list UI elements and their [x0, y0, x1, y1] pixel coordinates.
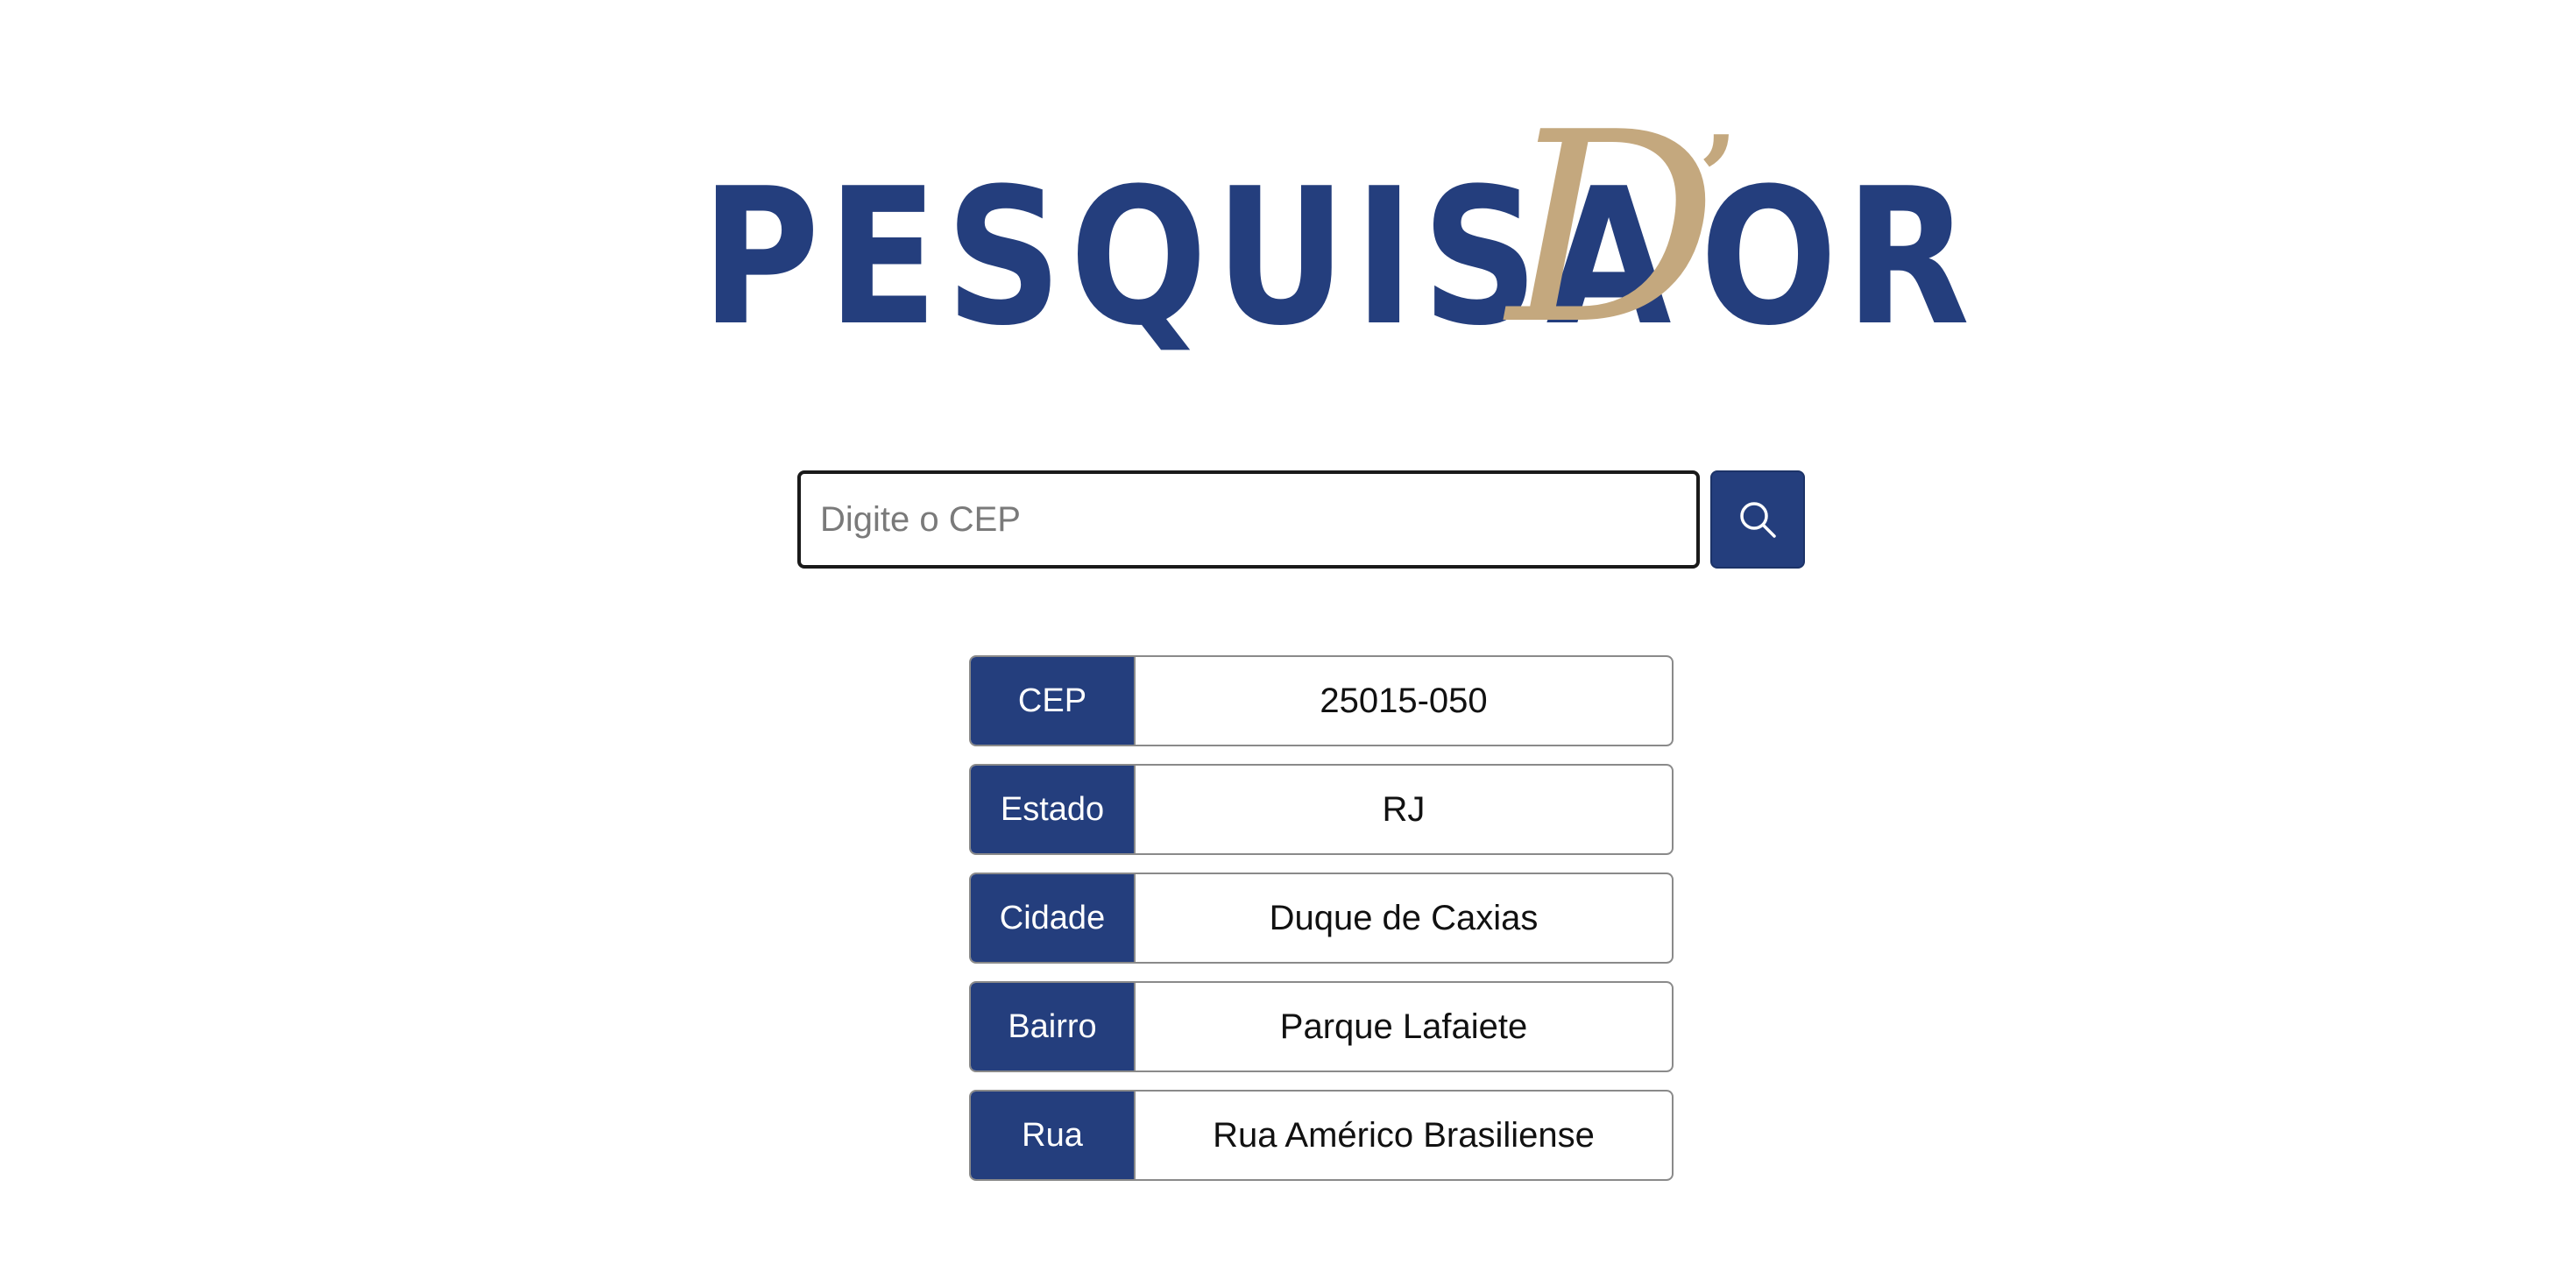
result-label: Cidade: [971, 874, 1136, 962]
page: PESQUISA D ’ OR CEP 25015-050 Estado RJ …: [0, 0, 2576, 1286]
result-value: RJ: [1382, 789, 1426, 829]
result-label: CEP: [971, 657, 1136, 745]
address-results: CEP 25015-050 Estado RJ Cidade Duque de …: [969, 655, 1674, 1198]
cep-search-bar: [797, 470, 1805, 569]
result-value: Parque Lafaiete: [1279, 1007, 1528, 1046]
result-label: Bairro: [971, 983, 1136, 1070]
result-value: Duque de Caxias: [1269, 898, 1539, 937]
result-label: Rua: [971, 1092, 1136, 1179]
result-row-bairro: Bairro Parque Lafaiete: [969, 981, 1674, 1072]
logo-suffix: OR: [1700, 147, 1978, 367]
result-row-cidade: Cidade Duque de Caxias: [969, 873, 1674, 964]
search-icon: [1740, 502, 1776, 538]
result-row-rua: Rua Rua Américo Brasiliense: [969, 1090, 1674, 1181]
result-value: Rua Américo Brasiliense: [1213, 1115, 1595, 1155]
result-row-estado: Estado RJ: [969, 764, 1674, 855]
result-value: 25015-050: [1320, 681, 1488, 720]
result-row-cep: CEP 25015-050: [969, 655, 1674, 746]
cep-input[interactable]: [797, 470, 1700, 569]
brand-logo: PESQUISA D ’ OR: [701, 98, 1970, 361]
result-label: Estado: [971, 766, 1136, 853]
logo-script-letter: D: [1507, 76, 1718, 382]
search-button[interactable]: [1710, 470, 1805, 569]
